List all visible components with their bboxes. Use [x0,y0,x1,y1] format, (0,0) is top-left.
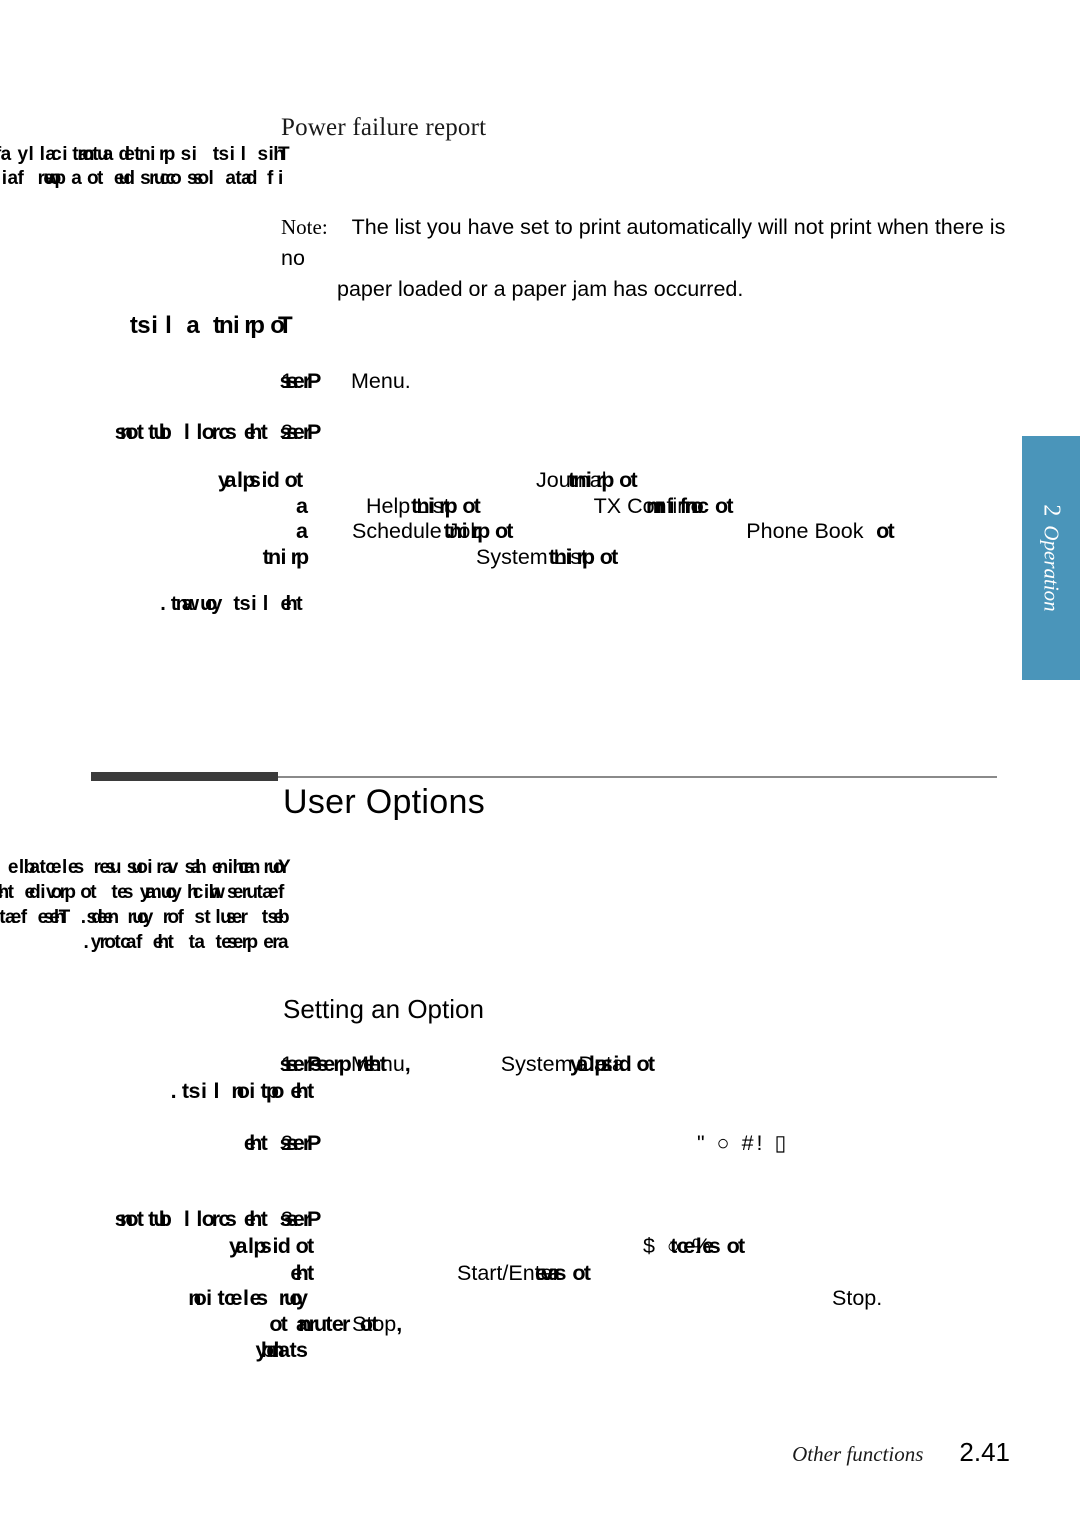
final-row: standby [296,1337,882,1363]
chapter-thumb-tab: 2 Operation [1022,436,1080,680]
setting-final-block: your selectionStop. aStop, to return to … [296,1285,882,1363]
note-label: Note: [281,215,328,239]
to-print-step-2: 2.Press the scroll buttons [281,417,325,447]
setting-step-1: 1.PressMenu, then pressSystem Datato dis… [281,1051,666,1105]
menu-key-label: Menu [351,1052,405,1076]
step-number: 3. [281,1207,299,1231]
page-number: 2.41 [959,1437,1010,1467]
setting-step-3-sub-2: theStart/Enterto save [307,1260,738,1287]
journal-label: Journal [536,468,607,492]
tx-confirm-label: TX Confirm [593,493,703,518]
note-continuation: paper loaded or a paper jam has occurred… [337,277,744,301]
help-list-label: Help List [366,493,450,518]
stop-key-label: Stop [352,1312,397,1336]
report-list-row: printSystem Listto print [296,545,887,571]
report-list-row: aHelp Listto printTX Confirmto confirm [296,494,887,520]
chapter-label: Operation [1039,525,1064,612]
menu-key-label: Menu [351,369,405,393]
chapter-thumb-tab-text: 2 Operation [1038,504,1065,611]
report-list-block: to displayJournalto print aHelp Listto p… [296,468,906,571]
system-list-label: System List [476,544,588,569]
step-number: 1. [281,1052,299,1076]
report-list-row: to displayJournalto print [296,468,887,494]
setting-step-2: 2.Press the" ○ #! ▯ [281,1130,789,1157]
section-rule [91,772,997,781]
section-rule-thick [91,772,278,781]
chapter-number: 2 [1038,504,1065,517]
setting-step-3-sub-1: to display$ ○ %to select [307,1233,757,1260]
final-trail: . [876,1286,883,1310]
setting-an-option-heading: Setting an Option [283,994,484,1024]
section-title: User Options [283,783,486,821]
setting-step-1-sub: the option list. [307,1078,648,1105]
power-failure-heading: Power failure report [281,114,487,141]
step-suffix: . [404,369,411,393]
page-footer: Other functions 2.41 [0,1437,1010,1468]
step-number: 2. [281,1131,299,1155]
step-number: 2. [281,420,299,444]
final-row: your selectionStop. [296,1285,882,1311]
stop-key-label: Stop [832,1286,877,1310]
schedule-job-label: Schedule Job [352,519,483,543]
step-number: 1. [281,369,299,393]
footer-section-label: Other functions [792,1442,924,1466]
arrow-key-symbols: " ○ #! ▯ [697,1131,790,1155]
note-body: The list you have set to print automatic… [281,215,1006,270]
manual-page: Power failure report This list is printe… [0,0,1080,1526]
start-enter-key-label: Start/Enter [457,1261,560,1285]
to-print-step-1: 1.PressMenu. [281,366,411,396]
section-rule-thin [278,776,997,778]
final-row: aStop, to return to [296,1311,882,1337]
arrow-key-symbols: $ ○ % [643,1234,715,1258]
setting-step-3: 3.Press the scroll buttons to display$ ○… [281,1206,757,1287]
report-list-row: aSchedule Jobto printPhone Bookto [296,519,906,545]
phone-book-label: Phone Book [746,519,864,543]
note-block: Note: The list you have set to print auto… [281,212,1026,305]
system-data-label: System Data [500,1052,624,1076]
